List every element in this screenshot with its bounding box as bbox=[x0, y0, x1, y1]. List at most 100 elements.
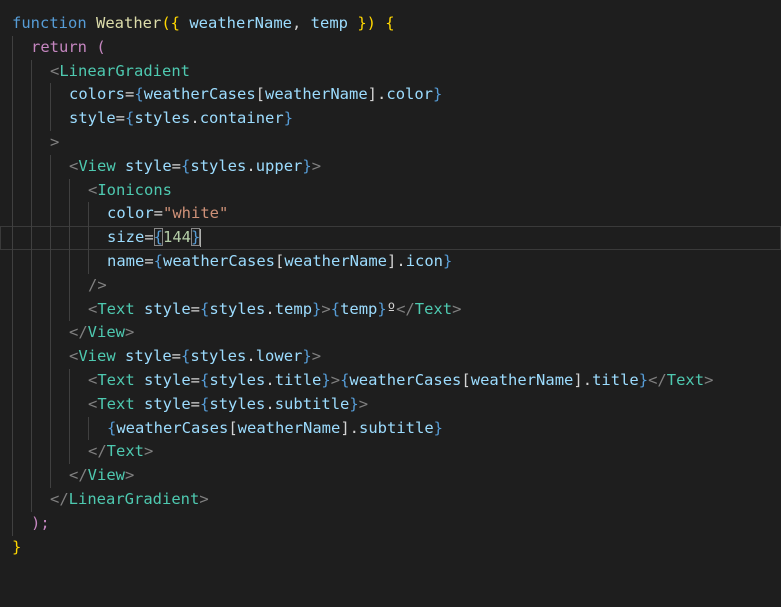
tag-open-bracket: < bbox=[88, 180, 98, 199]
indent-guide bbox=[31, 83, 32, 108]
tag-open-bracket: < bbox=[69, 347, 79, 366]
equals: = bbox=[144, 228, 154, 247]
code-line-12[interactable]: /> bbox=[0, 273, 781, 298]
open-brace: { bbox=[181, 347, 191, 366]
indent-guide bbox=[50, 107, 51, 131]
indent-guide bbox=[31, 464, 32, 488]
dot: . bbox=[377, 85, 387, 104]
equals: = bbox=[190, 394, 201, 413]
prop-color: color bbox=[386, 85, 434, 104]
code-line-5[interactable]: style={styles.container} bbox=[0, 107, 781, 131]
open-brace: { bbox=[200, 370, 210, 389]
code-line-22[interactable]: ); bbox=[0, 511, 781, 536]
code-line-20-text: </View> bbox=[69, 464, 134, 488]
code-line-10-current[interactable]: size={144} bbox=[0, 226, 781, 250]
indent-guide bbox=[31, 59, 32, 84]
keyword-return: return bbox=[31, 37, 87, 56]
code-line-3[interactable]: <LinearGradient bbox=[0, 59, 781, 84]
indent-guide bbox=[50, 154, 51, 179]
close-bracket: ] bbox=[387, 251, 397, 270]
code-line-22-text: ); bbox=[31, 512, 50, 536]
open-brace: { bbox=[134, 85, 144, 104]
code-line-11[interactable]: name={weatherCases[weatherName].icon} bbox=[0, 249, 781, 274]
code-line-7[interactable]: <View style={styles.upper}> bbox=[0, 154, 781, 179]
indent-guide bbox=[31, 154, 32, 179]
tag-LinearGradient: LinearGradient bbox=[59, 61, 190, 80]
indent-guide bbox=[12, 130, 13, 155]
code-line-4-text: colors={weatherCases[weatherName].color} bbox=[69, 83, 442, 107]
close-brace: } bbox=[433, 418, 444, 437]
indent-guide bbox=[69, 249, 70, 274]
code-line-15[interactable]: <View style={styles.lower}> bbox=[0, 345, 781, 369]
code-editor[interactable]: function Weather({ weatherName, temp }) … bbox=[0, 0, 781, 569]
open-brace: { bbox=[200, 299, 210, 318]
open-brace-matched: { bbox=[153, 228, 164, 247]
code-line-21[interactable]: </LinearGradient> bbox=[0, 487, 781, 512]
code-line-3-text: <LinearGradient bbox=[50, 60, 190, 84]
open-brace: { bbox=[330, 299, 341, 318]
var-weatherName: weatherName bbox=[237, 418, 341, 437]
var-weatherName: weatherName bbox=[284, 251, 387, 270]
attr-style: style bbox=[134, 394, 191, 413]
code-line-16[interactable]: <Text style={styles.title}>{weatherCases… bbox=[0, 368, 781, 393]
code-line-18[interactable]: {weatherCases[weatherName].subtitle} bbox=[0, 416, 781, 441]
var-styles: styles bbox=[190, 347, 247, 366]
indent-guide bbox=[12, 249, 13, 274]
equals: = bbox=[171, 156, 182, 175]
indent-guide bbox=[31, 321, 32, 346]
code-line-14[interactable]: </View> bbox=[0, 321, 781, 346]
equals: = bbox=[144, 251, 154, 270]
code-line-13[interactable]: <Text style={styles.temp}>{temp}º</Text> bbox=[0, 297, 781, 322]
close-brace: } bbox=[302, 156, 312, 175]
indent-guide bbox=[12, 107, 13, 131]
indent-guide bbox=[69, 202, 70, 227]
tag-open-bracket: < bbox=[88, 394, 98, 413]
code-line-20[interactable]: </View> bbox=[0, 464, 781, 488]
var-styles: styles bbox=[190, 156, 247, 175]
indent-guide bbox=[88, 416, 89, 441]
close-brace: } bbox=[283, 109, 294, 128]
code-line-2-text: return ( bbox=[31, 36, 106, 60]
indent-guide bbox=[50, 440, 51, 465]
tag-close-bracket: > bbox=[321, 299, 331, 318]
close-bracket: ] bbox=[367, 85, 378, 104]
self-closing-tag: /> bbox=[88, 275, 107, 294]
code-line-17-text: <Text style={styles.subtitle}> bbox=[88, 393, 368, 417]
attr-style: style bbox=[69, 109, 116, 128]
prop-icon: icon bbox=[405, 251, 444, 270]
code-line-2[interactable]: return ( bbox=[0, 35, 781, 60]
code-line-7-text: <View style={styles.upper}> bbox=[69, 155, 321, 179]
close-paren-brace: }) { bbox=[347, 14, 395, 32]
code-line-23[interactable]: } bbox=[0, 536, 781, 560]
indent-guide bbox=[31, 226, 32, 250]
var-weatherCases: weatherCases bbox=[116, 418, 229, 437]
indent-guide bbox=[12, 83, 13, 108]
indent-guide bbox=[31, 178, 32, 203]
prop-title: title bbox=[592, 370, 639, 389]
code-line-14-text: </View> bbox=[69, 321, 134, 345]
attr-style: style bbox=[115, 156, 172, 175]
code-line-9[interactable]: color="white" bbox=[0, 202, 781, 227]
code-line-17[interactable]: <Text style={styles.subtitle}> bbox=[0, 392, 781, 417]
indent-guide bbox=[12, 154, 13, 179]
code-line-1[interactable]: function Weather({ weatherName, temp }) … bbox=[0, 12, 781, 36]
prop-temp: temp bbox=[274, 299, 313, 318]
code-line-6[interactable]: > bbox=[0, 130, 781, 155]
equals: = bbox=[125, 85, 135, 104]
indent-guide bbox=[12, 464, 13, 488]
attr-style: style bbox=[134, 370, 191, 389]
close-brace: } bbox=[321, 370, 331, 389]
code-line-19[interactable]: </Text> bbox=[0, 440, 781, 465]
code-line-21-text: </LinearGradient> bbox=[50, 488, 209, 512]
code-line-5-text: style={styles.container} bbox=[69, 107, 293, 131]
code-line-4[interactable]: colors={weatherCases[weatherName].color} bbox=[0, 83, 781, 108]
code-line-8[interactable]: <Ionicons bbox=[0, 178, 781, 203]
tag-close-bracket: > bbox=[704, 370, 714, 389]
number-144: 144 bbox=[163, 228, 192, 247]
indent-guide bbox=[12, 226, 13, 250]
tag-close-bracket: > bbox=[452, 299, 462, 318]
param-weatherName: weatherName bbox=[189, 14, 292, 32]
prop-title: title bbox=[274, 370, 322, 389]
indent-guide bbox=[12, 59, 13, 84]
code-line-23-text: } bbox=[12, 536, 21, 560]
